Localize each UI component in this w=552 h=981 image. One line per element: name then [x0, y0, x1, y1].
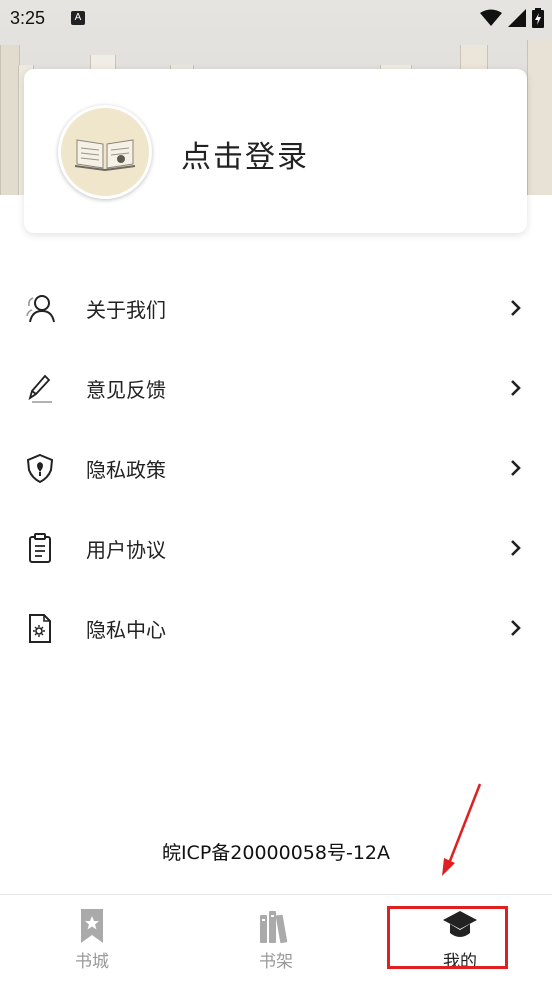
menu-item-user-agreement[interactable]: 用户协议 [0, 508, 552, 588]
notification-a-icon: A [71, 11, 85, 25]
menu-item-feedback[interactable]: 意见反馈 [0, 348, 552, 428]
menu-label: 隐私政策 [86, 458, 166, 482]
annotation-highlight-box [387, 906, 508, 969]
nav-tab-bookstore[interactable]: 书城 [0, 895, 184, 981]
chevron-right-icon [511, 380, 521, 396]
bookshelf-icon [260, 911, 288, 943]
battery-icon [532, 8, 544, 28]
pencil-icon [28, 374, 52, 403]
clipboard-icon [29, 533, 51, 563]
chevron-right-icon [511, 620, 521, 636]
person-icon [26, 295, 55, 323]
bookmark-icon [81, 909, 103, 943]
status-icons [480, 8, 544, 28]
avatar[interactable] [58, 105, 152, 199]
chevron-right-icon [511, 540, 521, 556]
nav-label: 书架 [259, 952, 293, 972]
banner-book [527, 40, 552, 195]
document-gear-icon [29, 614, 51, 643]
open-book-icon [61, 108, 149, 196]
banner-book [0, 45, 20, 195]
login-card[interactable]: 点击登录 [24, 69, 527, 233]
menu-item-about-us[interactable]: 关于我们 [0, 268, 552, 348]
menu-label: 关于我们 [86, 298, 166, 322]
chevron-right-icon [511, 300, 521, 316]
wifi-icon [480, 9, 502, 26]
shield-icon [26, 453, 54, 484]
menu-item-privacy-policy[interactable]: 隐私政策 [0, 428, 552, 508]
status-bar: 3:25 A [0, 0, 552, 40]
screen: 3:25 A 点击登录 关于我们 意见反馈 隐私政策 用户协议 隐私中心 皖IC… [0, 0, 552, 981]
nav-label: 书城 [75, 952, 109, 972]
menu-label: 意见反馈 [86, 378, 166, 402]
status-time: 3:25 [10, 8, 46, 28]
menu-label: 用户协议 [86, 538, 166, 562]
menu-label: 隐私中心 [86, 618, 166, 642]
signal-icon [508, 9, 526, 27]
nav-tab-bookshelf[interactable]: 书架 [184, 895, 368, 981]
annotation-arrow-icon [442, 783, 482, 876]
settings-menu: 关于我们 意见反馈 隐私政策 用户协议 隐私中心 [0, 268, 552, 668]
chevron-right-icon [511, 460, 521, 476]
menu-item-privacy-center[interactable]: 隐私中心 [0, 588, 552, 668]
login-label[interactable]: 点击登录 [181, 132, 309, 176]
